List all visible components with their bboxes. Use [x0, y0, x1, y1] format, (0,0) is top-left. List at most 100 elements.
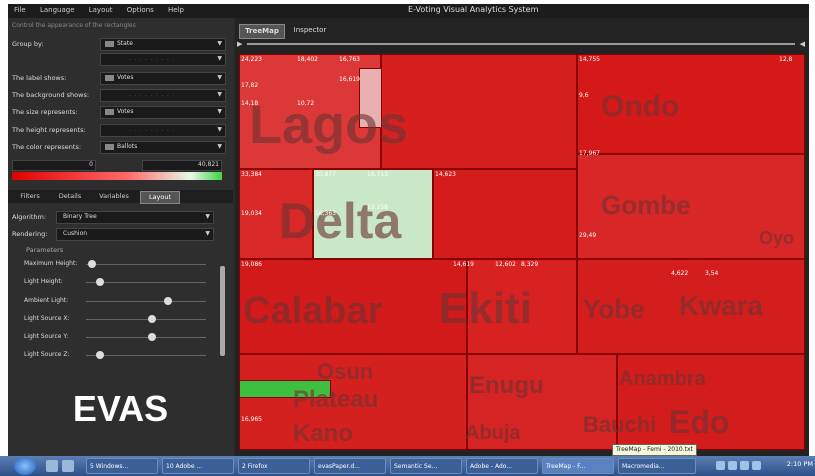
slider-track: [86, 355, 206, 356]
algorithm-value: Binary Tree: [63, 213, 97, 220]
treemap-cell[interactable]: [433, 169, 577, 259]
cell-value: 24,223: [241, 56, 262, 63]
slider-track: [86, 264, 206, 265]
range-max-input[interactable]: 40,821: [142, 160, 222, 171]
taskbar-button[interactable]: 10 Adobe ...: [162, 458, 234, 474]
background-shows-select[interactable]: - - - - - - - - - ▼: [100, 89, 226, 102]
taskbar-button[interactable]: 2 Firefox: [238, 458, 310, 474]
light-source-y-slider[interactable]: Light Source Y:: [24, 331, 214, 343]
tab-details[interactable]: Details: [52, 191, 88, 202]
cell-value: 19,034: [241, 210, 262, 217]
cell-value: 19,086: [241, 261, 262, 268]
rewind-icon[interactable]: ◀: [800, 40, 805, 48]
chevron-down-icon: ▼: [217, 126, 222, 133]
tab-layout[interactable]: Layout: [140, 191, 180, 204]
start-button[interactable]: [14, 457, 36, 475]
menu-options[interactable]: Options: [121, 4, 160, 16]
state-label-oyo: Oyo: [759, 228, 795, 248]
light-height-slider[interactable]: Light Height:: [24, 276, 214, 288]
color-gradient-bar[interactable]: [12, 172, 222, 180]
light-source-x-slider[interactable]: Light Source X:: [24, 313, 214, 325]
tab-inspector[interactable]: Inspector: [287, 24, 333, 37]
menu-language[interactable]: Language: [34, 4, 81, 16]
maximum-height-slider[interactable]: Maximum Height:: [24, 258, 214, 270]
group-by-select[interactable]: State ▼: [100, 38, 226, 51]
ie-icon[interactable]: [62, 460, 74, 472]
cell-value: 29,49: [579, 232, 597, 239]
slider-knob[interactable]: [163, 297, 172, 305]
tab-filters[interactable]: Filters: [12, 191, 48, 202]
group-by-row: Group by: State ▼: [12, 38, 226, 51]
taskbar-button[interactable]: evasPaper.d...: [314, 458, 386, 474]
play-icon[interactable]: ▶: [237, 40, 242, 48]
treemap-cell[interactable]: [381, 54, 577, 169]
taskbar-button-active[interactable]: TreeMap - F...: [542, 458, 614, 474]
slider-knob[interactable]: [148, 333, 156, 341]
label-shows-row: The label shows: Votes ▼: [12, 72, 226, 85]
cell-value: 14,755: [579, 56, 600, 63]
slider-track: [86, 319, 206, 320]
taskbar-button[interactable]: Semantic Se...: [390, 458, 462, 474]
slider-label: Light Source Y:: [24, 333, 69, 340]
empty-value: - - - - - - - - -: [129, 93, 175, 99]
cell-value: 14,619: [453, 261, 474, 268]
size-represents-select[interactable]: Votes ▼: [100, 106, 226, 119]
app-window: File Language Layout Options Help E-Voti…: [8, 4, 809, 456]
size-represents-label: The size represents:: [12, 108, 78, 116]
evas-logo: EVAS: [72, 388, 169, 429]
taskbar-button[interactable]: Adobe - Ado...: [466, 458, 538, 474]
tag-icon: [105, 75, 114, 81]
slider-label: Light Height:: [24, 278, 63, 285]
timeline-track: [247, 43, 795, 45]
rendering-select[interactable]: Cushion ▼: [56, 228, 214, 241]
state-label-gombe: Gombe: [601, 190, 691, 220]
slider-knob[interactable]: [96, 278, 105, 286]
state-label-calabar: Calabar: [243, 290, 383, 332]
slider-knob[interactable]: [88, 260, 96, 268]
panel-scrollbar[interactable]: [220, 266, 225, 356]
tab-variables[interactable]: Variables: [92, 191, 136, 202]
color-represents-value: Ballots: [117, 143, 138, 150]
state-label-osun: Osun: [317, 359, 374, 384]
network-icon[interactable]: [752, 461, 761, 470]
color-represents-row: The color represents: Ballots ▼: [12, 141, 226, 154]
state-label-edo: Edo: [669, 404, 730, 440]
ambient-light-slider[interactable]: Ambient Light:: [24, 295, 214, 307]
empty-value: - - - - - - - - -: [129, 57, 175, 63]
label-shows-select[interactable]: Votes ▼: [100, 72, 226, 85]
algorithm-select[interactable]: Binary Tree ▼: [56, 211, 214, 224]
taskbar-button[interactable]: 5 Windows...: [86, 458, 158, 474]
menu-layout[interactable]: Layout: [83, 4, 119, 16]
cell-value: 12,8: [779, 56, 793, 63]
show-desktop-icon[interactable]: [46, 460, 58, 472]
cell-value: 17,967: [579, 150, 600, 157]
slider-knob[interactable]: [96, 351, 105, 359]
color-represents-select[interactable]: Ballots ▼: [100, 141, 226, 154]
group-by-value: State: [117, 40, 133, 47]
menu-file[interactable]: File: [8, 4, 32, 16]
tag-icon: [105, 109, 114, 115]
slider-label: Light Source X:: [24, 315, 70, 322]
treemap[interactable]: Lagos Ondo Delta Gombe Calabar Ekiti Yob…: [239, 54, 805, 450]
timeline-slider[interactable]: ▶ ◀: [237, 40, 805, 48]
chevron-down-icon: ▼: [205, 230, 210, 237]
group-by-second-select[interactable]: - - - - - - - - - ▼: [100, 53, 226, 66]
light-source-z-slider[interactable]: Light Source Z:: [24, 349, 214, 361]
tab-treemap[interactable]: TreeMap: [239, 24, 285, 39]
menu-help[interactable]: Help: [162, 4, 190, 16]
clock: 2:10 PM: [786, 460, 813, 468]
height-represents-select[interactable]: - - - - - - - - - ▼: [100, 124, 226, 137]
app-title: E-Voting Visual Analytics System: [408, 5, 539, 14]
cell-value: 16,619: [339, 76, 360, 83]
slider-label: Maximum Height:: [24, 260, 78, 267]
range-min-input[interactable]: 0: [12, 160, 96, 171]
taskbar-button[interactable]: Macromedia...: [618, 458, 696, 474]
volume-icon[interactable]: [740, 461, 749, 470]
tray-icon[interactable]: [716, 461, 725, 470]
slider-knob[interactable]: [148, 315, 156, 323]
state-label-enugu: Enugu: [469, 372, 544, 399]
chevron-down-icon: ▼: [217, 55, 222, 62]
tray-icon[interactable]: [728, 461, 737, 470]
color-range-row: 0 40,821: [12, 160, 226, 171]
state-label-ondo: Ondo: [601, 90, 680, 123]
